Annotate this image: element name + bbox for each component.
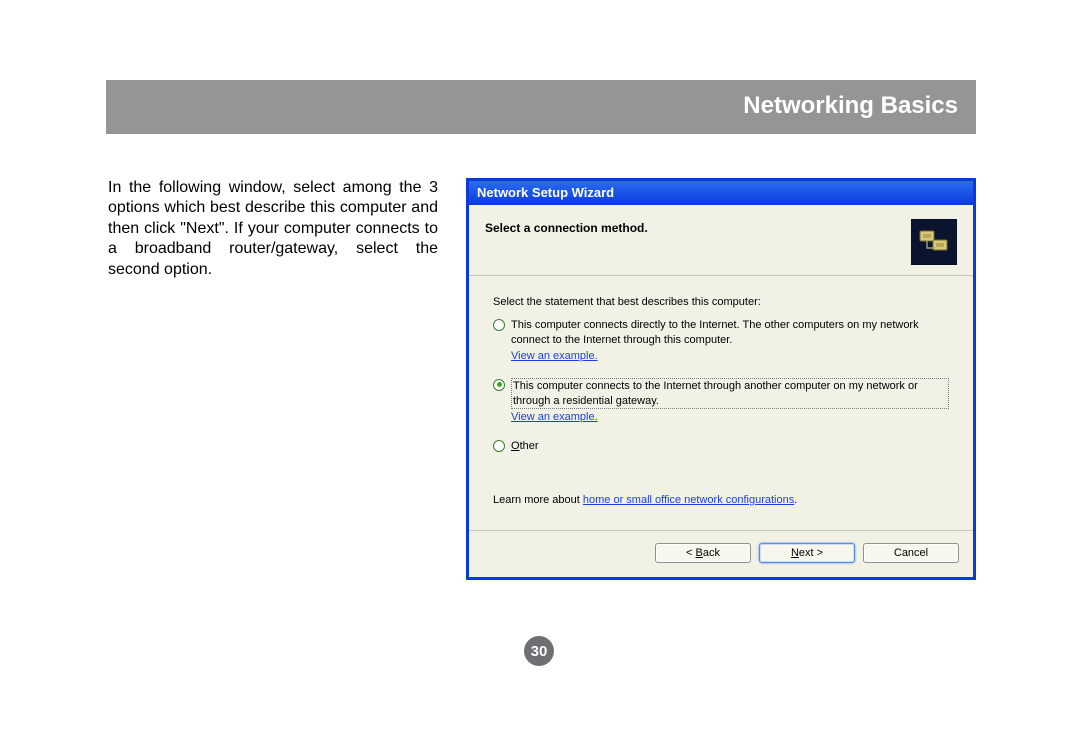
learn-more-prefix: Learn more about: [493, 494, 583, 506]
dialog-prompt: Select the statement that best describes…: [493, 296, 949, 308]
manual-page: Networking Basics In the following windo…: [0, 0, 1080, 750]
option-other-rest: ther: [520, 440, 539, 452]
dialog-button-row: < Back Next > Cancel: [469, 531, 973, 577]
learn-more-link[interactable]: home or small office network configurati…: [583, 494, 794, 506]
next-button[interactable]: Next >: [759, 543, 855, 563]
dialog-heading: Select a connection method.: [485, 219, 648, 235]
radio-unselected-icon[interactable]: [493, 440, 505, 452]
cancel-button[interactable]: Cancel: [863, 543, 959, 563]
instruction-text: In the following window, select among th…: [108, 178, 438, 280]
back-button[interactable]: < Back: [655, 543, 751, 563]
dialog-title-text: Network Setup Wizard: [477, 185, 614, 200]
radio-unselected-icon[interactable]: [493, 319, 505, 331]
network-setup-wizard-dialog: Network Setup Wizard Select a connection…: [466, 178, 976, 580]
option-through-gateway[interactable]: This computer connects to the Internet t…: [493, 378, 949, 438]
learn-more-line: Learn more about home or small office ne…: [493, 494, 949, 506]
view-example-link[interactable]: View an example.: [511, 350, 598, 362]
option-label: Other: [511, 440, 539, 452]
page-title: Networking Basics: [743, 92, 958, 120]
option-text-wrapper: This computer connects to the Internet t…: [511, 378, 949, 438]
network-devices-icon: [911, 219, 957, 265]
option-text-wrapper: Other: [511, 439, 949, 454]
page-number-badge: 30: [524, 636, 554, 666]
option-other[interactable]: Other: [493, 439, 949, 454]
option-direct-connection[interactable]: This computer connects directly to the I…: [493, 318, 949, 376]
dialog-heading-row: Select a connection method.: [469, 205, 973, 271]
option-label: This computer connects directly to the I…: [511, 319, 919, 346]
option-label-focused: This computer connects to the Internet t…: [511, 378, 949, 410]
learn-more-suffix: .: [794, 494, 797, 506]
radio-selected-icon[interactable]: [493, 379, 505, 391]
dialog-body: Select the statement that best describes…: [469, 276, 973, 516]
option-text-wrapper: This computer connects directly to the I…: [511, 318, 949, 376]
view-example-link[interactable]: View an example.: [511, 411, 598, 423]
header-band: Networking Basics: [106, 80, 976, 134]
dialog-titlebar[interactable]: Network Setup Wizard: [469, 181, 973, 205]
option-label: This computer connects to the Internet t…: [513, 380, 918, 407]
